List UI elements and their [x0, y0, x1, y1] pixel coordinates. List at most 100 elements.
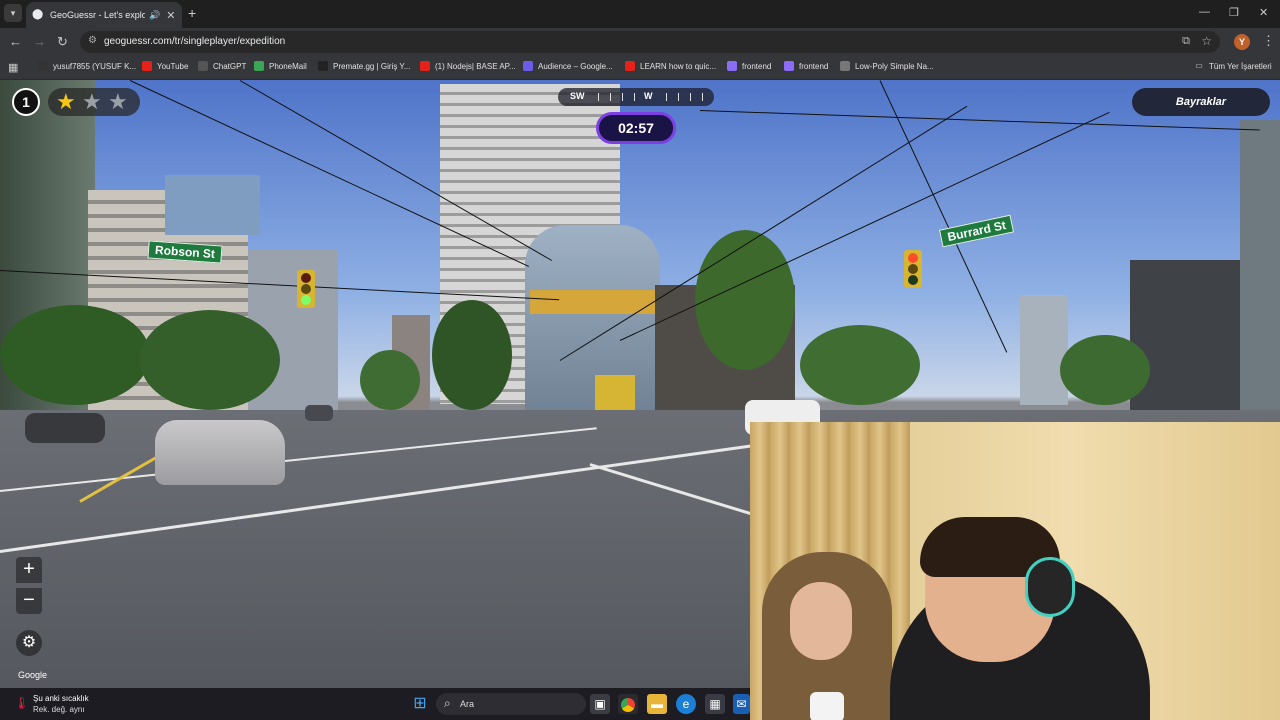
round-badge: 1	[12, 88, 40, 116]
tab-search-icon[interactable]: ▾	[4, 4, 22, 22]
bookmark-label: Audience – Google...	[538, 61, 613, 71]
car	[305, 405, 333, 421]
car	[155, 420, 285, 485]
speaker-icon[interactable]: 🔊	[149, 10, 160, 21]
tree	[432, 300, 512, 410]
bookmark-item[interactable]: Low-Poly Simple Na...	[840, 61, 934, 71]
install-app-icon[interactable]: ⧉	[1182, 35, 1190, 48]
bookmark-label: Premate.gg | Giriş Y...	[333, 61, 411, 71]
bookmark-label: Low-Poly Simple Na...	[855, 61, 934, 71]
compass-tick	[678, 93, 679, 101]
bookmark-item[interactable]: YouTube	[142, 61, 188, 71]
back-icon[interactable]: ←	[9, 34, 22, 49]
thermometer-icon[interactable]: 🌡	[14, 696, 29, 712]
car	[25, 413, 105, 443]
windows-start-icon[interactable]: ⊞	[410, 694, 430, 714]
star-icon: ★	[56, 89, 76, 114]
youtube-icon	[625, 61, 635, 71]
bookmark-label: frontend	[742, 61, 772, 71]
tree	[1060, 335, 1150, 405]
map-pin-icon: ⬤	[32, 9, 44, 20]
compass-label-right: W	[644, 91, 653, 101]
address-toolbar: ← → ↻ ⚙ geoguessr.com/tr/singleplayer/ex…	[0, 28, 1280, 56]
restore-icon[interactable]: ❐	[1229, 6, 1239, 19]
flags-button[interactable]: Bayraklar	[1132, 88, 1270, 116]
bookmark-item[interactable]: yusuf7855 (YUSUF K...	[38, 61, 136, 71]
google-attribution: Google	[18, 670, 48, 680]
chrome-icon[interactable]	[618, 694, 638, 714]
street-sign-burrard: Burrard St	[938, 214, 1015, 248]
bookmarks-bar: ▦ yusuf7855 (YUSUF K... YouTube ChatGPT Pho…	[0, 56, 1280, 80]
bookmark-label: (1) Nodejs| BASE AP...	[435, 61, 516, 71]
taskbar-search[interactable]: ⌕ Ara	[436, 693, 586, 715]
bookmark-label: YouTube	[157, 61, 189, 71]
search-icon: ⌕	[444, 696, 451, 710]
building	[1020, 295, 1068, 405]
task-view-icon[interactable]: ▣	[590, 694, 610, 714]
compass-tick	[690, 93, 691, 101]
bookmark-item[interactable]: (1) Nodejs| BASE AP...	[420, 61, 516, 71]
chatgpt-icon	[198, 61, 208, 71]
compass-tick	[610, 93, 611, 101]
bookmark-item[interactable]: LEARN how to quic...	[625, 61, 716, 71]
bookmark-item[interactable]: ChatGPT	[198, 61, 246, 71]
star-rating: ★ ★ ★	[48, 88, 140, 116]
omnibox[interactable]: ⚙ geoguessr.com/tr/singleplayer/expediti…	[80, 31, 1220, 53]
mail-icon	[254, 61, 264, 71]
building	[165, 175, 260, 235]
bookmark-item[interactable]: PhoneMail	[254, 61, 307, 71]
compass-tick	[622, 93, 623, 101]
mail-icon[interactable]: ✉	[733, 694, 750, 714]
bookmark-item[interactable]: frontend	[784, 61, 828, 71]
profile-avatar[interactable]: Y	[1234, 34, 1250, 50]
tree	[140, 310, 280, 410]
compass-tick	[666, 93, 667, 101]
settings-gear-icon[interactable]: ⚙	[16, 630, 42, 656]
compass-tick	[702, 93, 703, 101]
compass: SW W	[558, 88, 714, 106]
lowpoly-icon	[840, 61, 850, 71]
apps-grid-icon[interactable]: ▦	[8, 61, 18, 74]
traffic-light	[297, 270, 315, 308]
webcam-overlay	[750, 422, 1280, 720]
tab-geoguessr[interactable]: ⬤ GeoGuessr - Let's explore t 🔊 ✕	[26, 2, 182, 28]
tree	[0, 305, 150, 405]
site-info-icon[interactable]: ⚙	[88, 35, 97, 46]
cup	[810, 692, 844, 720]
edge-icon[interactable]: e	[676, 694, 696, 714]
audience-icon	[523, 61, 533, 71]
youtube-icon	[420, 61, 430, 71]
weather-title[interactable]: Şu anki sıcaklık	[33, 694, 89, 703]
taskbar-search-placeholder: Ara	[460, 699, 475, 709]
headset	[1025, 557, 1075, 617]
traffic-light	[904, 250, 922, 288]
bookmark-label: yusuf7855 (YUSUF K...	[53, 61, 137, 71]
github-icon	[38, 61, 48, 71]
url-text[interactable]: geoguessr.com/tr/singleplayer/expedition	[104, 36, 285, 47]
close-tab-icon[interactable]: ✕	[166, 9, 175, 22]
youtube-icon	[142, 61, 152, 71]
close-window-icon[interactable]: ✕	[1259, 6, 1268, 19]
frontend-icon	[727, 61, 737, 71]
tree	[800, 325, 920, 405]
menu-icon[interactable]: ⋮	[1262, 33, 1275, 49]
zoom-out-button[interactable]: −	[16, 588, 42, 614]
premate-icon	[318, 61, 328, 71]
reload-icon[interactable]: ↻	[57, 34, 68, 50]
forward-icon[interactable]: →	[33, 34, 46, 49]
store-icon[interactable]: ▦	[705, 694, 725, 714]
bookmark-item[interactable]: Audience – Google...	[523, 61, 613, 71]
bookmark-item[interactable]: frontend	[727, 61, 771, 71]
weather-subtitle[interactable]: Rek. değ. aynı	[33, 705, 85, 714]
bookmark-star-icon[interactable]: ☆	[1201, 34, 1212, 48]
bookmark-item[interactable]: Premate.gg | Giriş Y...	[318, 61, 410, 71]
tab-title: GeoGuessr - Let's explore t	[50, 10, 145, 20]
frontend-icon	[784, 61, 794, 71]
new-tab-button[interactable]: +	[188, 5, 196, 21]
zoom-in-button[interactable]: +	[16, 557, 42, 583]
building	[1240, 120, 1280, 420]
minimize-icon[interactable]: —	[1199, 6, 1210, 18]
file-explorer-icon[interactable]: ▬	[647, 694, 667, 714]
bookmark-label: ChatGPT	[213, 61, 247, 71]
all-bookmarks[interactable]: ▭ Tüm Yer İşaretleri	[1194, 61, 1271, 71]
